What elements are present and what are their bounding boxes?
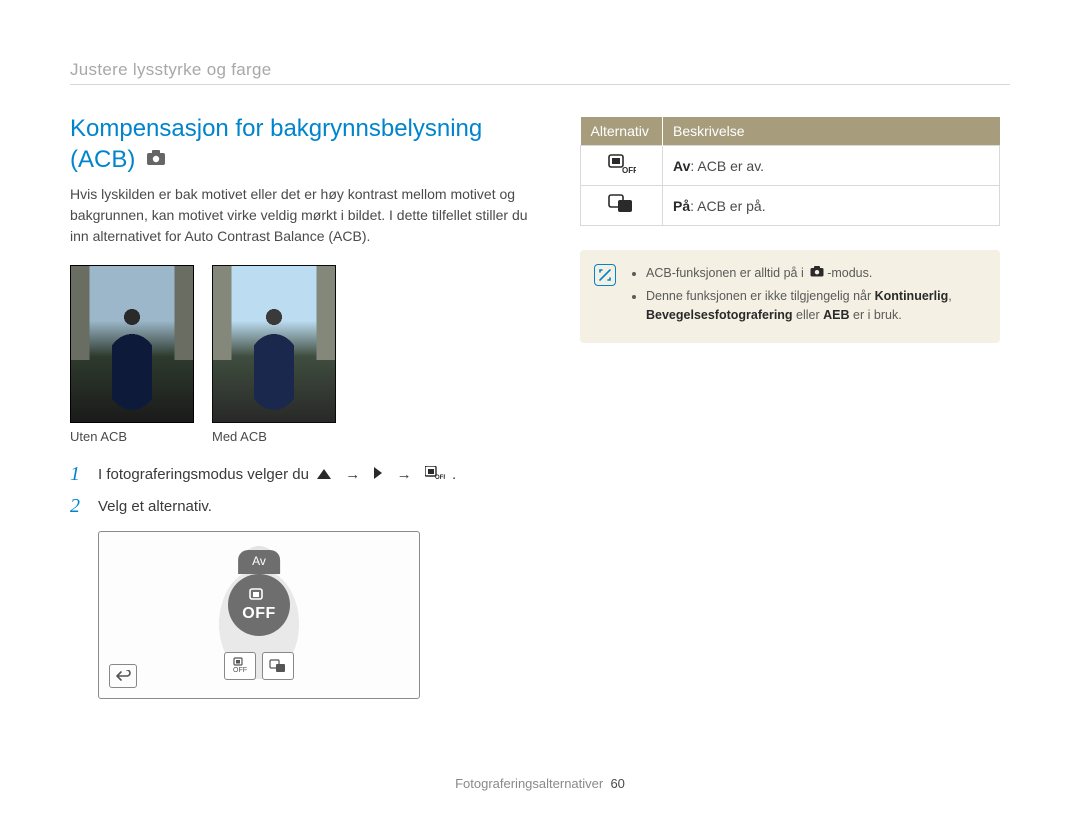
step-text: Velg et alternativ. [98,496,212,517]
table-row: OFF Av: ACB er av. [581,146,1000,186]
step-text: I fotograferingsmodus velger du → → OFF … [98,464,456,486]
option-label-av: Av [238,550,280,574]
svg-text:OFF: OFF [622,166,636,174]
compare-caption-without: Uten ACB [70,429,194,444]
note-bold: Kontinuerlig [875,289,949,303]
options-table: Alternativ Beskrivelse OFF Av: ACB er av… [580,117,1000,226]
cell-desc: Av: ACB er av. [663,146,1000,186]
arrow-icon: → [397,466,412,483]
section-title: Kompensasjon for bakgrynnsbelysning (ACB… [70,113,530,176]
acb-off-icon: OFF [581,146,663,186]
chevron-right-icon [373,467,383,484]
note-text: er i bruk. [850,308,902,322]
compare-image-without [70,265,194,423]
compare-with: Med ACB [212,265,336,444]
off-text: OFF [242,605,276,623]
th-option: Alternativ [581,117,663,146]
th-description: Beskrivelse [663,117,1000,146]
step-number: 2 [70,496,88,516]
svg-text:OFF: OFF [435,475,445,480]
camera-mode-icon [146,143,166,174]
note-list: ACB-funksjonen er alltid på i -modus. De… [630,264,984,329]
compare-caption-with: Med ACB [212,429,336,444]
note-text: , [948,289,951,303]
step-2: 2 Velg et alternativ. [70,496,530,517]
note-text: Denne funksjonen er ikke tilgjengelig nå… [646,289,875,303]
compare-image-with [212,265,336,423]
note-icon [594,264,616,286]
opt-rest: : ACB er på. [690,198,765,214]
thumb-off[interactable]: OFF [224,652,256,680]
thumb-off-label: OFF [233,667,247,674]
note-text: -modus. [827,266,872,280]
note-item: ACB-funksjonen er alltid på i -modus. [646,264,984,283]
footer-label: Fotograferingsalternativer [455,776,603,791]
table-row: På: ACB er på. [581,186,1000,226]
note-text: ACB-funksjonen er alltid på i [646,266,807,280]
note-text: eller [793,308,824,322]
step-number: 1 [70,464,88,484]
camera-small-icon [810,266,824,280]
page-footer: Fotograferingsalternativer 60 [0,776,1080,791]
note-box: ACB-funksjonen er alltid på i -modus. De… [580,250,1000,343]
opt-label: Av [673,158,690,174]
step-text-prefix: I fotograferingsmodus velger du [98,466,313,483]
thumb-on[interactable] [262,652,294,680]
comparison-row: Uten ACB Med ACB [70,265,530,444]
camera-screenshot: Av OFF OFF [98,531,420,699]
note-item: Denne funksjonen er ikke tilgjengelig nå… [646,287,984,325]
acb-off-small-icon: OFF [425,467,445,484]
arrow-icon: → [345,466,360,483]
step-text-suffix: . [452,466,456,483]
thumb-row: OFF [224,652,294,680]
note-bold: Bevegelsesfotografering [646,308,793,322]
compare-without: Uten ACB [70,265,194,444]
divider [70,84,1010,85]
opt-rest: : ACB er av. [690,158,764,174]
left-column: Kompensasjon for bakgrynnsbelysning (ACB… [70,113,530,699]
off-badge: OFF [228,574,290,636]
section-title-text: Kompensasjon for bakgrynnsbelysning (ACB… [70,115,482,173]
opt-label: På [673,198,690,214]
cell-desc: På: ACB er på. [663,186,1000,226]
acb-on-icon [581,186,663,226]
back-button[interactable] [109,664,137,688]
intro-paragraph: Hvis lyskilden er bak motivet eller det … [70,184,530,247]
step-1: 1 I fotograferingsmodus velger du → → OF… [70,464,530,486]
triangle-up-icon [316,467,332,484]
note-bold: AEB [823,308,849,322]
steps-list: 1 I fotograferingsmodus velger du → → OF… [70,464,530,517]
right-column: Alternativ Beskrivelse OFF Av: ACB er av… [580,113,1000,699]
page-number: 60 [610,776,624,791]
breadcrumb: Justere lysstyrke og farge [70,60,1010,80]
